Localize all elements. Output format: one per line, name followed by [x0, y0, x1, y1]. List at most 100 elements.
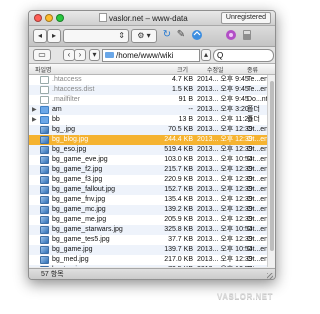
search-input[interactable]: Q	[213, 49, 274, 62]
arrow-left-icon: ◂	[37, 31, 42, 40]
file-name: .htaccess	[52, 76, 82, 83]
column-kind[interactable]: 종류	[247, 65, 258, 74]
file-row[interactable]: bg_game_tes5.jpg 37.7 KB 2013... 오후 12:39 O…	[29, 235, 267, 245]
sync-icon[interactable]: ↻	[161, 29, 173, 41]
file-name: bg_tag.jpg	[52, 265, 85, 267]
unregistered-badge[interactable]: Unregistered	[220, 12, 271, 24]
file-kind: Ot...ent	[247, 226, 267, 233]
zoom-button[interactable]	[56, 14, 64, 22]
file-row[interactable]: bg_game_eve.jpg 103.0 KB 2013... 오후 10:54 O…	[29, 155, 267, 165]
file-row[interactable]: ▶ am -- 2013... 오후 3:20 폴더	[29, 105, 267, 115]
server-select[interactable]: ⇕	[63, 29, 129, 43]
file-row[interactable]: bg_game_me.jpg 205.9 KB 2013... 오후 12:39 Ot…	[29, 215, 267, 225]
file-name: bg_eso.jpg	[52, 146, 87, 153]
file-name: bg_game_fnv.jpg	[52, 196, 106, 203]
drive-icon[interactable]	[241, 29, 253, 41]
file-date: 2014... 오후 9:45	[197, 76, 249, 83]
file-size: 135.4 KB	[164, 196, 193, 203]
image-file-icon	[40, 146, 49, 154]
file-kind: 폴더	[247, 116, 260, 123]
file-date: 2013... 오후 10:54	[197, 156, 253, 163]
file-date: 2013... 오후 12:39	[197, 186, 253, 193]
file-row[interactable]: bg_med.jpg 217.0 KB 2013... 오후 12:39 Ot...e…	[29, 255, 267, 265]
file-date: 2013... 오후 12:39	[197, 206, 253, 213]
file-size: 91 B	[178, 96, 193, 103]
item-count: 57 항목	[41, 271, 64, 278]
status-bar: 57 항목	[29, 268, 275, 279]
column-size[interactable]: 크기	[177, 65, 188, 74]
image-file-icon	[40, 206, 49, 214]
parent-folder-button[interactable]: ▴	[201, 49, 211, 61]
file-kind: Ot...ent	[247, 196, 267, 203]
file-kind: Ot...ent	[247, 166, 267, 173]
file-size: 139.2 KB	[164, 206, 193, 213]
file-row[interactable]: .mailfilter 91 B 2013... 오후 9:45 Do...nt	[29, 95, 267, 105]
app-window: vaslor.net – www-data Unregistered ◂ ▸ ⇕…	[28, 10, 276, 280]
file-kind: Ot...ent	[247, 156, 267, 163]
scroll-thumb[interactable]	[270, 81, 274, 251]
close-button[interactable]	[34, 14, 42, 22]
file-row[interactable]: bg_.jpg 70.5 KB 2013... 오후 12:39Ot...ent	[29, 125, 267, 135]
file-icon	[40, 96, 49, 104]
disclosure-triangle-icon[interactable]: ▶	[32, 115, 37, 125]
path-dropdown-button[interactable]: ▾	[89, 49, 100, 61]
chevron-down-icon: ▾	[92, 50, 97, 59]
file-name: am	[52, 106, 62, 113]
file-row[interactable]: ▶ bb 13 B 2013... 오후 11:20 폴더	[29, 115, 267, 125]
file-row[interactable]: bg_game_f3.jpg 220.9 KB 2013... 오후 12:39 Ot…	[29, 175, 267, 185]
file-kind: Ot...ent	[247, 236, 267, 243]
file-row[interactable]: bg_game_fnv.jpg 135.4 KB 2013... 오후 12:39 O…	[29, 195, 267, 205]
eject-icon[interactable]	[225, 29, 237, 41]
file-name: bg_med.jpg	[52, 256, 89, 263]
file-row[interactable]: .htaccess 4.7 KB 2014... 오후 9:45Te...ent	[29, 75, 267, 85]
file-row[interactable]: .htaccess.dist 1.5 KB 2013... 오후 9:45 Te...…	[29, 85, 267, 95]
path-field[interactable]: /home/www/wiki	[102, 49, 200, 62]
file-name: bb	[52, 116, 60, 123]
file-row[interactable]: bg_game_starwars.jpg 325.8 KB 2013... 오후 1…	[29, 225, 267, 235]
file-row[interactable]: bg_game.jpg 139.7 KB 2013... 오후 10:54 Ot...…	[29, 245, 267, 255]
transfer-icon[interactable]	[191, 29, 203, 41]
file-kind: Ot...ent	[247, 216, 267, 223]
file-kind: Ot...ent	[247, 126, 267, 133]
resize-grip[interactable]	[267, 273, 273, 279]
file-kind: Do...nt	[247, 96, 267, 103]
column-name[interactable]: 파일명	[35, 65, 52, 74]
file-name: bg_game_f3.jpg	[52, 176, 103, 183]
vertical-scrollbar[interactable]	[267, 75, 275, 267]
disclosure-triangle-icon[interactable]: ▶	[32, 105, 37, 115]
file-date: 2013... 오후 12:39	[197, 166, 253, 173]
file-kind: Ot...ent	[247, 136, 267, 143]
file-name: bg_game_fallout.jpg	[52, 186, 116, 193]
path-text: /home/www/wiki	[116, 51, 174, 60]
action-menu-button[interactable]: ⚙ ▾	[131, 29, 157, 43]
file-name: bg_game_tes5.jpg	[52, 236, 110, 243]
file-list[interactable]: .htaccess4.7 KB2014... 오후 9:45Te...ent.h…	[29, 75, 267, 267]
file-date: 2013... 오후 12:39	[197, 236, 253, 243]
file-size: 205.9 KB	[164, 216, 193, 223]
file-icon	[40, 76, 49, 84]
column-modified[interactable]: 수정일	[207, 65, 224, 74]
file-date: 2013... 오후 9:45	[197, 86, 249, 93]
forward-button[interactable]: ▸	[47, 29, 61, 43]
file-row[interactable]: bg_eso.jpg 519.4 KB 2013... 오후 12:39 Ot...e…	[29, 145, 267, 155]
file-row-selected[interactable]: bg_blog.jpg 244.4 KB 2013... 오후 12:39 Ot...…	[29, 135, 267, 145]
file-kind: Ot...ent	[247, 186, 267, 193]
view-toggle-button[interactable]: ▭	[33, 49, 51, 61]
file-icon	[40, 86, 49, 94]
title-bar[interactable]: vaslor.net – www-data Unregistered	[29, 11, 275, 26]
image-file-icon	[40, 196, 49, 204]
file-row[interactable]: bg_game_fallout.jpg 152.7 KB 2013... 오후 12…	[29, 185, 267, 195]
file-kind: Ot...ent	[247, 265, 267, 267]
pencil-icon[interactable]: ✎	[175, 29, 187, 41]
file-row[interactable]: bg_game_f2.jpg 215.7 KB 2013... 오후 12:39 Ot…	[29, 165, 267, 175]
back-button[interactable]: ◂	[33, 29, 47, 43]
file-row[interactable]: bg_tag.jpg 70.5 KB 2013... 오후 10:54Ot...en…	[29, 265, 267, 267]
file-name: bg_game_me.jpg	[52, 216, 107, 223]
minimize-button[interactable]	[45, 14, 53, 22]
file-date: 2013... 오후 12:39	[197, 176, 253, 183]
file-row[interactable]: bg_game_mc.jpg 139.2 KB 2013... 오후 12:39 Ot…	[29, 205, 267, 215]
file-name: .htaccess.dist	[52, 86, 95, 93]
book-icon: ▭	[38, 50, 46, 59]
file-date: 2013... 오후 12:39	[197, 126, 253, 133]
path-forward-button[interactable]: ›	[74, 49, 86, 61]
